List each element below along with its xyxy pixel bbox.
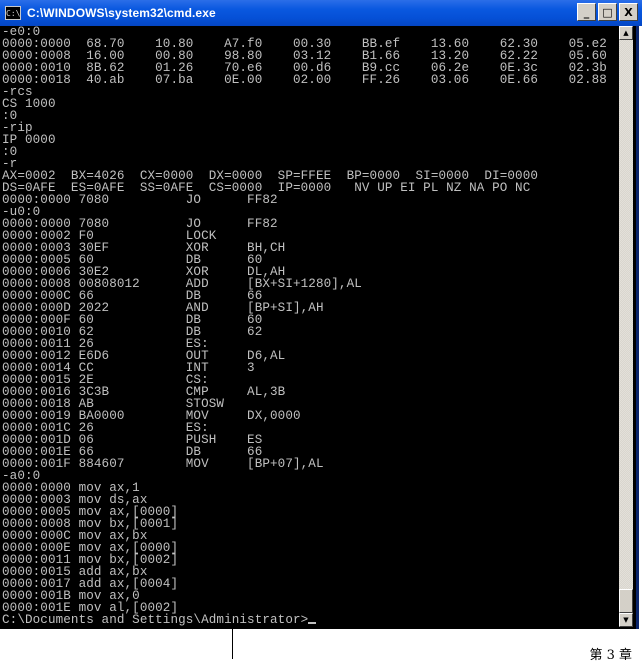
cmd-icon[interactable]: C:\ — [5, 6, 21, 20]
vertical-scrollbar[interactable]: ▲ ▼ — [619, 26, 633, 627]
console-output[interactable]: -e0:0 0000:0000 68.70 10.80 A7.f0 00.30 … — [2, 26, 622, 627]
scroll-thumb[interactable] — [619, 589, 633, 613]
console-text: -e0:0 0000:0000 68.70 10.80 A7.f0 00.30 … — [2, 26, 622, 626]
window-title: C:\WINDOWS\system32\cmd.exe — [27, 6, 216, 20]
cmd-window: C:\ C:\WINDOWS\system32\cmd.exe _ □ X -e… — [0, 0, 642, 629]
scroll-track[interactable] — [619, 40, 633, 613]
console-line: 0000:001F 884607 MOV [BP+07],AL — [2, 457, 324, 471]
chapter-label: 第 3 章 — [589, 648, 632, 663]
page-margin — [0, 629, 232, 659]
maximize-button[interactable]: □ — [598, 3, 617, 21]
scroll-down-arrow-icon[interactable]: ▼ — [619, 613, 633, 627]
text-cursor — [308, 622, 317, 624]
command-prompt[interactable]: C:\Documents and Settings\Administrator> — [2, 613, 308, 627]
divider-line — [232, 629, 233, 659]
minimize-button[interactable]: _ — [577, 3, 596, 21]
title-bar[interactable]: C:\ C:\WINDOWS\system32\cmd.exe _ □ X — [0, 0, 642, 26]
console-line: 0000:0000 7080 JO FF82 — [2, 193, 278, 207]
console-line: 0000:0018 40.ab 07.ba 0E.00 02.00 FF.26 … — [2, 73, 607, 87]
window-controls: _ □ X — [577, 3, 638, 21]
scroll-up-arrow-icon[interactable]: ▲ — [619, 26, 633, 40]
book-page-footer: 第 3 章 — [0, 629, 642, 663]
close-button[interactable]: X — [619, 3, 638, 21]
